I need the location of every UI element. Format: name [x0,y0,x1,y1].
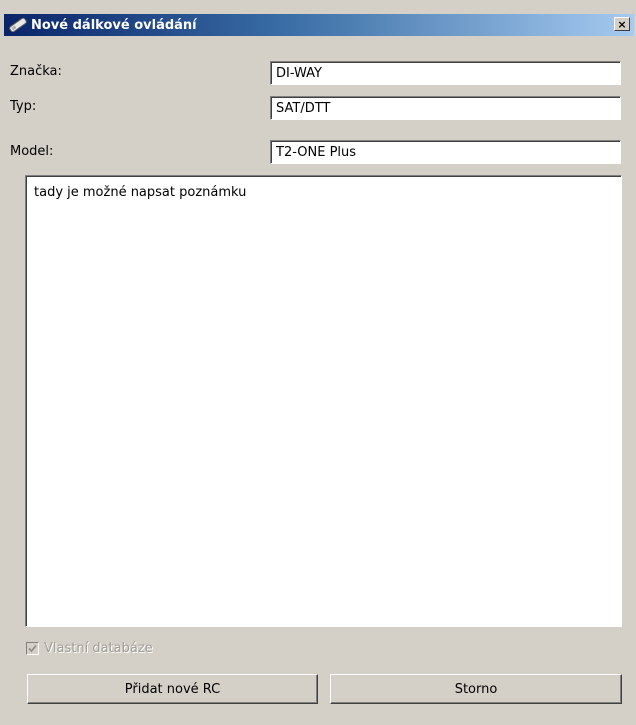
close-button[interactable]: × [614,17,630,31]
close-icon: × [617,17,627,31]
own-database-checkbox [26,642,39,655]
window-title: Nové dálkové ovládání [31,17,197,33]
title-bar[interactable]: Nové dálkové ovládání × [4,14,634,36]
type-field[interactable] [270,96,621,120]
note-textarea[interactable]: tady je možné napsat poznámku [25,175,622,627]
own-database-label: Vlastní databáze [44,641,153,656]
dialog-window: Nové dálkové ovládání × Značka: Typ: Mod… [0,0,636,725]
type-label: Typ: [10,99,37,114]
own-database-checkbox-row: Vlastní databáze [26,641,153,656]
checkmark-icon [28,644,37,653]
brand-label: Značka: [10,64,62,79]
brand-field[interactable] [270,61,621,85]
cancel-button[interactable]: Storno [330,674,622,704]
remote-control-icon [6,14,30,36]
model-label: Model: [10,144,54,159]
add-rc-button[interactable]: Přidat nové RC [27,674,318,704]
model-field[interactable] [270,140,621,164]
